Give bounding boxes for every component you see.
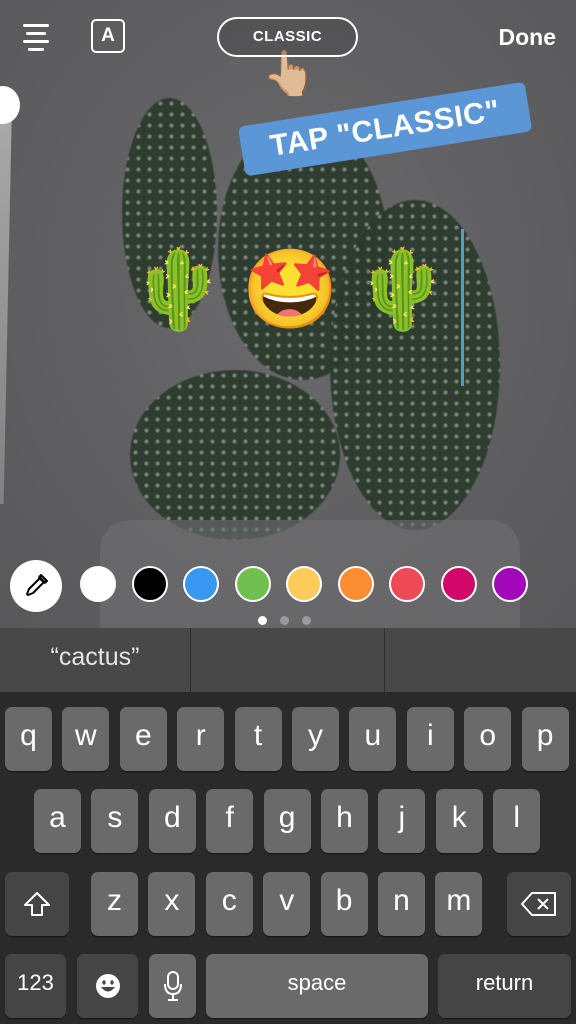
emoji-face-icon [95, 974, 120, 998]
text-style-button[interactable]: CLASSIC [217, 17, 358, 57]
numbers-key[interactable]: 123 [5, 954, 66, 1018]
color-swatch-yellow[interactable] [286, 566, 322, 602]
delete-key[interactable] [507, 872, 571, 936]
key-t[interactable]: t [234, 707, 282, 771]
eyedropper-button[interactable] [10, 560, 62, 612]
color-swatch-blue[interactable] [183, 566, 219, 602]
key-m[interactable]: m [435, 872, 483, 936]
color-swatch-orange[interactable] [337, 566, 374, 602]
story-canvas[interactable]: 👆🏼 TAP "CLASSIC" 🌵🤩🌵 [0, 0, 576, 628]
key-q[interactable]: q [5, 707, 52, 771]
key-u[interactable]: u [349, 707, 397, 771]
color-swatch-white[interactable] [80, 566, 116, 602]
color-swatch-purple[interactable] [492, 566, 528, 602]
microphone-icon [163, 971, 182, 1001]
key-d[interactable]: d [148, 789, 196, 853]
page-dot [258, 616, 267, 625]
keyboard: 123 space return qwertyuiop asdfghjkl zxcv… [0, 692, 576, 1024]
key-i[interactable]: i [406, 707, 454, 771]
key-r[interactable]: r [177, 707, 225, 771]
key-c[interactable]: c [205, 872, 253, 936]
page-dot [302, 616, 311, 625]
shift-arrow-icon [24, 892, 50, 916]
suggestion-item[interactable] [191, 628, 384, 692]
text-size-slider-handle[interactable] [0, 86, 20, 124]
key-x[interactable]: x [148, 872, 196, 936]
predictive-bar: “cactus” [0, 628, 576, 692]
key-h[interactable]: h [321, 789, 368, 853]
emoji-key[interactable] [77, 954, 138, 1018]
key-o[interactable]: o [464, 707, 512, 771]
eyedropper-icon [26, 574, 48, 596]
color-swatch-black[interactable] [131, 566, 168, 602]
return-key[interactable]: return [438, 954, 571, 1018]
backspace-icon [521, 892, 556, 916]
shift-key[interactable] [5, 872, 69, 936]
dictation-key[interactable] [149, 954, 196, 1018]
text-align-button[interactable] [22, 24, 50, 52]
key-a[interactable]: a [34, 789, 81, 853]
suggestion-item[interactable] [385, 628, 576, 692]
key-j[interactable]: j [378, 789, 426, 853]
suggestion-item[interactable]: “cactus” [0, 628, 190, 692]
typed-text[interactable]: 🌵🤩🌵 [126, 250, 462, 328]
cactus-emoji: 🌵 [129, 245, 235, 333]
key-f[interactable]: f [206, 789, 254, 853]
key-k[interactable]: k [435, 789, 483, 853]
key-e[interactable]: e [119, 707, 167, 771]
key-g[interactable]: g [263, 789, 311, 853]
cactus-emoji: 🌵 [353, 245, 459, 333]
text-size-slider-track[interactable] [0, 104, 12, 504]
key-z[interactable]: z [91, 872, 138, 936]
text-cursor [461, 229, 464, 386]
key-v[interactable]: v [263, 872, 311, 936]
palette-page-indicator [258, 612, 324, 628]
key-y[interactable]: y [292, 707, 339, 771]
key-n[interactable]: n [378, 872, 425, 936]
done-button[interactable]: Done [499, 24, 557, 51]
key-w[interactable]: w [62, 707, 110, 771]
text-align-icon [23, 24, 49, 27]
key-l[interactable]: l [493, 789, 541, 853]
color-swatch-magenta[interactable] [440, 566, 477, 602]
page-dot [280, 616, 289, 625]
space-key[interactable]: space [206, 954, 428, 1018]
cactus-photo-pad [130, 370, 340, 540]
star-struck-emoji: 🤩 [241, 245, 347, 333]
key-b[interactable]: b [320, 872, 368, 936]
key-s[interactable]: s [91, 789, 139, 853]
top-toolbar: A CLASSIC Done [0, 0, 576, 80]
color-palette [10, 560, 570, 612]
color-swatch-red[interactable] [389, 566, 425, 602]
text-background-toggle[interactable]: A [91, 19, 125, 53]
key-p[interactable]: p [521, 707, 569, 771]
color-swatch-green[interactable] [234, 566, 271, 602]
